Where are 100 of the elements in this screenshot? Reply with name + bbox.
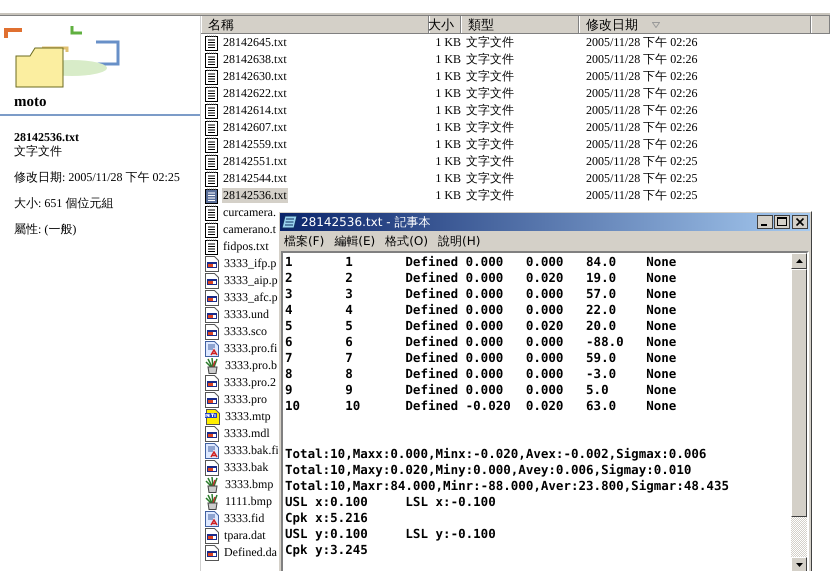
file-size: 1 KB xyxy=(434,69,461,84)
file-name[interactable]: 3333_afc.p xyxy=(223,290,279,305)
scroll-down-icon[interactable] xyxy=(791,557,807,571)
file-name[interactable]: 28142614.txt xyxy=(222,103,288,118)
file-size: 1 KB xyxy=(434,137,461,152)
file-icon xyxy=(205,460,219,476)
file-type: 文字文件 xyxy=(465,34,515,51)
file-icon xyxy=(205,290,219,306)
file-name[interactable]: 3333.mtp xyxy=(224,409,272,424)
file-name[interactable]: 1111.bmp xyxy=(224,494,273,509)
file-name[interactable]: 3333.pro.fi xyxy=(223,341,278,356)
text-file-icon xyxy=(205,222,218,238)
text-line: USL x:0.100 LSL x:-0.100 xyxy=(285,494,497,510)
text-line: 8 8 Defined 0.000 0.000 -3.0 None xyxy=(285,366,678,382)
file-name[interactable]: 3333.sco xyxy=(223,324,268,339)
file-icon xyxy=(205,528,219,544)
file-name[interactable]: fidpos.txt xyxy=(222,239,270,254)
text-file-icon xyxy=(205,188,218,204)
scroll-up-icon[interactable] xyxy=(791,253,807,269)
menu-item[interactable]: 格式(O) xyxy=(385,233,428,250)
file-name[interactable]: 3333.fid xyxy=(223,511,266,526)
brush-cup-icon xyxy=(205,358,220,374)
file-name[interactable]: tpara.dat xyxy=(223,528,267,543)
brush-cup-icon xyxy=(205,494,220,510)
text-file-icon xyxy=(205,120,218,136)
file-name[interactable]: 3333_aip.p xyxy=(223,273,279,288)
text-line: 1 1 Defined 0.000 0.000 84.0 None xyxy=(285,254,678,270)
text-file-icon xyxy=(205,170,218,186)
text-file-icon xyxy=(205,86,218,102)
column-header[interactable]: 大小 xyxy=(429,16,461,33)
column-header[interactable]: 類型 xyxy=(461,16,579,33)
column-header[interactable]: 修改日期 xyxy=(579,16,811,33)
file-name[interactable]: 3333_ifp.p xyxy=(223,256,278,271)
file-name[interactable]: 28142544.txt xyxy=(222,171,288,186)
file-name[interactable]: curcamera. xyxy=(222,205,277,220)
modified-date: 2005/11/28 下午 02:26 xyxy=(585,85,699,102)
text-file-icon xyxy=(205,52,218,68)
file-name[interactable]: 3333.bmp xyxy=(224,477,274,492)
file-size: 1 KB xyxy=(434,35,461,50)
scroll-thumb[interactable] xyxy=(791,269,807,517)
modified-date: 2005/11/28 下午 02:25 xyxy=(585,170,699,187)
file-name[interactable]: camerano.t xyxy=(222,222,277,237)
text-file-icon xyxy=(205,68,218,84)
file-name[interactable]: 28142622.txt xyxy=(222,86,288,101)
file-size: 1 KB xyxy=(434,188,461,203)
file-type: 文字文件 xyxy=(465,153,515,170)
file-name[interactable]: 3333.bak xyxy=(223,460,270,475)
modified-date: 2005/11/28 下午 02:26 xyxy=(585,34,699,51)
file-name[interactable]: 28142607.txt xyxy=(222,120,288,135)
minimize-icon[interactable] xyxy=(757,215,773,229)
text-line: 4 4 Defined 0.000 0.000 22.0 None xyxy=(285,302,678,318)
modified-date: 2005/11/28 下午 02:26 xyxy=(585,136,699,153)
text-line: 7 7 Defined 0.000 0.000 59.0 None xyxy=(285,350,678,366)
modified-date: 2005/11/28 下午 02:26 xyxy=(585,51,699,68)
file-name[interactable]: 28142559.txt xyxy=(222,137,288,152)
file-name[interactable]: 3333.mdl xyxy=(223,426,271,441)
modified-date: 修改日期: 2005/11/28 下午 02:25 xyxy=(14,170,181,184)
file-name[interactable]: 3333.und xyxy=(223,307,270,322)
file-name[interactable]: 3333.pro.2 xyxy=(223,375,277,390)
maximize-icon[interactable] xyxy=(774,215,790,229)
file-type: 文字文件 xyxy=(465,85,515,102)
file-name[interactable]: 3333.pro xyxy=(223,392,268,407)
file-size: 1 KB xyxy=(434,120,461,135)
file-name[interactable]: 28142536.txt xyxy=(222,188,288,203)
file-name[interactable]: 3333.pro.b xyxy=(224,358,278,373)
file-name[interactable]: Defined.da xyxy=(223,545,278,560)
text-file-icon xyxy=(205,204,218,220)
brush-cup-icon xyxy=(205,476,220,492)
text-line: Total:10,Maxy:0.020,Miny:0.000,Avey:0.006,Sigmay:0.010 xyxy=(285,462,692,478)
text-line: Total:10,Maxr:84.000,Minr:-88.000,Aver:23.800,Sigmar:48.435 xyxy=(285,478,730,494)
document-icon xyxy=(205,340,219,356)
file-type: 文字文件 xyxy=(465,170,515,187)
file-size: 大小: 651 個位元組 xyxy=(14,196,114,210)
file-type: 文字文件 xyxy=(465,136,515,153)
file-name[interactable]: 3333.bak.fi xyxy=(223,443,280,458)
file-icon xyxy=(205,272,219,288)
window-title: 28142536.txt - 記事本 xyxy=(301,214,430,230)
menu-item[interactable]: 編輯(E) xyxy=(334,233,376,250)
file-type: 文字文件 xyxy=(465,51,515,68)
file-name[interactable]: 28142645.txt xyxy=(222,35,288,50)
mtb-file-icon xyxy=(205,408,220,424)
text-line: Cpk x:5.216 xyxy=(285,510,369,526)
file-icon xyxy=(205,256,219,272)
file-size: 1 KB xyxy=(434,171,461,186)
menu-item[interactable]: 檔案(F) xyxy=(284,233,324,250)
menu-item[interactable]: 說明(H) xyxy=(438,233,480,250)
text-line: Cpk y:3.245 xyxy=(285,542,369,558)
modified-date: 2005/11/28 下午 02:26 xyxy=(585,68,699,85)
modified-date: 2005/11/28 下午 02:26 xyxy=(585,119,699,136)
close-icon[interactable] xyxy=(792,215,808,229)
file-name: 28142536.txt xyxy=(14,130,80,144)
file-size: 1 KB xyxy=(434,154,461,169)
file-name[interactable]: 28142638.txt xyxy=(222,52,288,67)
file-icon xyxy=(205,324,219,340)
file-name[interactable]: 28142630.txt xyxy=(222,69,288,84)
file-name[interactable]: 28142551.txt xyxy=(222,154,288,169)
modified-date: 2005/11/28 下午 02:26 xyxy=(585,102,699,119)
file-size: 1 KB xyxy=(434,86,461,101)
column-header[interactable]: 名稱 xyxy=(201,16,429,33)
scrollbar[interactable] xyxy=(791,253,807,571)
